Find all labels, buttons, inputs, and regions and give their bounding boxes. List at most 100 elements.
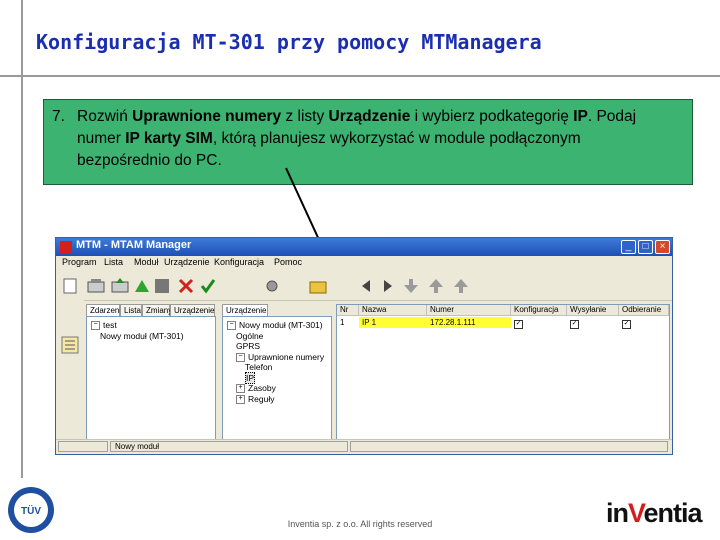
arrow-up-icon[interactable] bbox=[451, 276, 471, 296]
status-text: Nowy moduł bbox=[110, 441, 348, 452]
instruction-callout: 7. Rozwiń Uprawnione numery z listy Urzą… bbox=[43, 99, 693, 185]
tuv-badge-text: TÜV bbox=[21, 504, 41, 517]
tree-item-label: Reguły bbox=[248, 393, 275, 404]
col-config-header[interactable]: Konfiguracja bbox=[511, 305, 567, 316]
instruction-fragment: Rozwiń bbox=[77, 108, 133, 125]
list-view-icon[interactable] bbox=[61, 336, 79, 354]
instruction-keyword: Uprawnione numery bbox=[132, 108, 282, 125]
tree-item-label: test bbox=[103, 320, 117, 330]
arrow-down-icon[interactable] bbox=[401, 276, 421, 296]
slide-title: Konfiguracja MT-301 przy pomocy MTManage… bbox=[36, 30, 542, 54]
menu-bar: Program Lista Moduł Urządzenie Konfigura… bbox=[56, 256, 672, 270]
tree-item[interactable]: + Zasoby bbox=[236, 383, 276, 394]
instruction-keyword: IP bbox=[573, 108, 588, 125]
inventia-logo: inVentia bbox=[606, 498, 703, 529]
tree-item-label: Zasoby bbox=[248, 383, 276, 393]
forward-icon[interactable] bbox=[378, 276, 398, 296]
instruction-keyword: Urządzenie bbox=[328, 108, 411, 125]
instruction-fragment: z listy bbox=[281, 108, 329, 125]
logo-part-in: in bbox=[606, 498, 629, 528]
send-checkbox[interactable]: ✓ bbox=[570, 320, 579, 329]
row-highlight: IP 1 172.28.1.111 bbox=[359, 317, 511, 328]
window-title: MTM - MTAM Manager bbox=[76, 239, 192, 251]
col-nr-header[interactable]: Nr bbox=[337, 305, 359, 316]
instruction-fragment: i wybierz podkategorię bbox=[410, 108, 574, 125]
minimize-button[interactable]: _ bbox=[621, 240, 636, 254]
cell-nr: 1 bbox=[340, 318, 345, 327]
cell-name[interactable]: IP 1 bbox=[362, 317, 376, 328]
col-recv-header[interactable]: Odbieranie bbox=[619, 305, 669, 316]
tree-item[interactable]: Ogólne bbox=[236, 331, 263, 341]
status-bar: Nowy moduł bbox=[56, 439, 672, 454]
read-icon[interactable] bbox=[86, 276, 106, 296]
col-send-header[interactable]: Wysyłanie bbox=[567, 305, 619, 316]
table-row[interactable]: 1 IP 1 172.28.1.111 ✓ ✓ ✓ bbox=[337, 317, 669, 329]
tree-item-label: Nowy moduł (MT-301) bbox=[100, 330, 184, 341]
close-button[interactable]: × bbox=[655, 240, 670, 254]
device-tree-panel: − Nowy moduł (MT-301) Ogólne GPRS − Uprawnion… bbox=[222, 316, 332, 440]
tree-item-label: GPRS bbox=[236, 341, 261, 351]
tree-item[interactable]: Telefon bbox=[245, 362, 272, 372]
app-logo-icon bbox=[60, 241, 72, 253]
tree-item-label: Nowy moduł (MT-301) bbox=[239, 320, 323, 330]
cell-config: ✓ bbox=[511, 317, 567, 329]
tree-item[interactable]: GPRS bbox=[236, 341, 260, 351]
menu-program[interactable]: Program bbox=[62, 257, 97, 267]
instruction-number: 7. bbox=[52, 108, 65, 125]
side-strip bbox=[56, 300, 84, 440]
collapse-icon[interactable]: − bbox=[236, 352, 245, 362]
connect-icon[interactable] bbox=[132, 276, 152, 296]
tree-item-label: Ogólne bbox=[236, 330, 264, 341]
disconnect-icon[interactable] bbox=[152, 276, 172, 296]
tree-item[interactable]: + Reguły bbox=[236, 394, 274, 404]
tab-zdarzenia[interactable]: Zdarzenia bbox=[86, 304, 126, 316]
tree-item-label: Uprawnione numery bbox=[248, 351, 325, 362]
check-icon[interactable] bbox=[198, 276, 218, 296]
expand-icon[interactable]: + bbox=[236, 394, 245, 404]
menu-lista[interactable]: Lista bbox=[104, 257, 123, 267]
tab-urzadzenie-left[interactable]: Urządzenie bbox=[170, 304, 215, 316]
write-icon[interactable] bbox=[110, 276, 130, 296]
tree-item-label: Telefon bbox=[245, 362, 273, 372]
status-cell-right bbox=[350, 441, 668, 452]
delete-icon[interactable] bbox=[176, 276, 196, 296]
tree-item[interactable]: IP bbox=[245, 371, 256, 384]
maximize-button[interactable]: □ bbox=[638, 240, 653, 254]
tree-item[interactable]: − Uprawnione numery bbox=[236, 352, 324, 362]
config-checkbox[interactable]: ✓ bbox=[514, 320, 523, 329]
tree-item-label: IP bbox=[245, 371, 256, 384]
vertical-rule bbox=[21, 0, 23, 478]
cell-send: ✓ bbox=[567, 317, 619, 329]
tab-lista[interactable]: Lista bbox=[120, 304, 142, 316]
numbers-grid: Nr Nazwa Numer Konfiguracja Wysyłanie Od… bbox=[336, 304, 670, 440]
collapse-icon[interactable]: − bbox=[91, 321, 100, 331]
tab-zmiany[interactable]: Zmiany bbox=[142, 304, 172, 316]
menu-modul[interactable]: Moduł bbox=[134, 257, 159, 267]
settings-icon[interactable] bbox=[262, 276, 282, 296]
toolbar bbox=[56, 270, 672, 301]
back-icon[interactable] bbox=[356, 276, 376, 296]
tree-item[interactable]: − test bbox=[91, 320, 117, 331]
tab-urzadzenie[interactable]: Urządzenie bbox=[222, 304, 268, 316]
app-window: MTM - MTAM Manager _ □ × Program Lista M… bbox=[55, 237, 673, 455]
menu-konfiguracja[interactable]: Konfiguracja bbox=[214, 257, 264, 267]
cell-number[interactable]: 172.28.1.111 bbox=[430, 317, 476, 328]
menu-urzadzenie[interactable]: Urządzenie bbox=[164, 257, 210, 267]
col-number-header[interactable]: Numer bbox=[427, 305, 511, 316]
collapse-icon[interactable]: − bbox=[227, 321, 236, 331]
left-tree-panel: − test Nowy moduł (MT-301) bbox=[86, 316, 216, 440]
menu-pomoc[interactable]: Pomoc bbox=[274, 257, 302, 267]
arrow-up-icon[interactable] bbox=[426, 276, 446, 296]
tree-item[interactable]: Nowy moduł (MT-301) bbox=[100, 331, 184, 341]
logo-part-entia: entia bbox=[643, 498, 703, 528]
col-name-header[interactable]: Nazwa bbox=[359, 305, 427, 316]
expand-icon[interactable]: + bbox=[236, 384, 245, 394]
folder-icon[interactable] bbox=[308, 276, 328, 296]
window-titlebar: MTM - MTAM Manager _ □ × bbox=[56, 238, 672, 256]
tree-item[interactable]: − Nowy moduł (MT-301) bbox=[227, 320, 323, 331]
new-icon[interactable] bbox=[60, 276, 80, 296]
status-cell-empty bbox=[58, 441, 108, 452]
recv-checkbox[interactable]: ✓ bbox=[622, 320, 631, 329]
cell-recv: ✓ bbox=[619, 317, 669, 329]
instruction-keyword: IP karty SIM bbox=[125, 130, 213, 147]
